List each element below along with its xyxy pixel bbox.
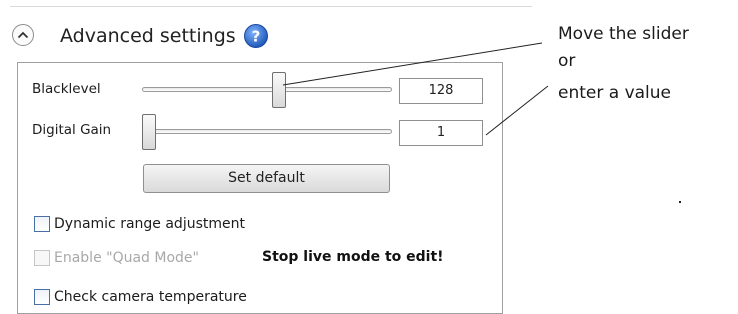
annotation-leader-lines — [282, 42, 549, 136]
leader-line-input — [485, 85, 549, 136]
stray-dot — [679, 201, 681, 203]
leader-line-slider — [282, 42, 543, 86]
